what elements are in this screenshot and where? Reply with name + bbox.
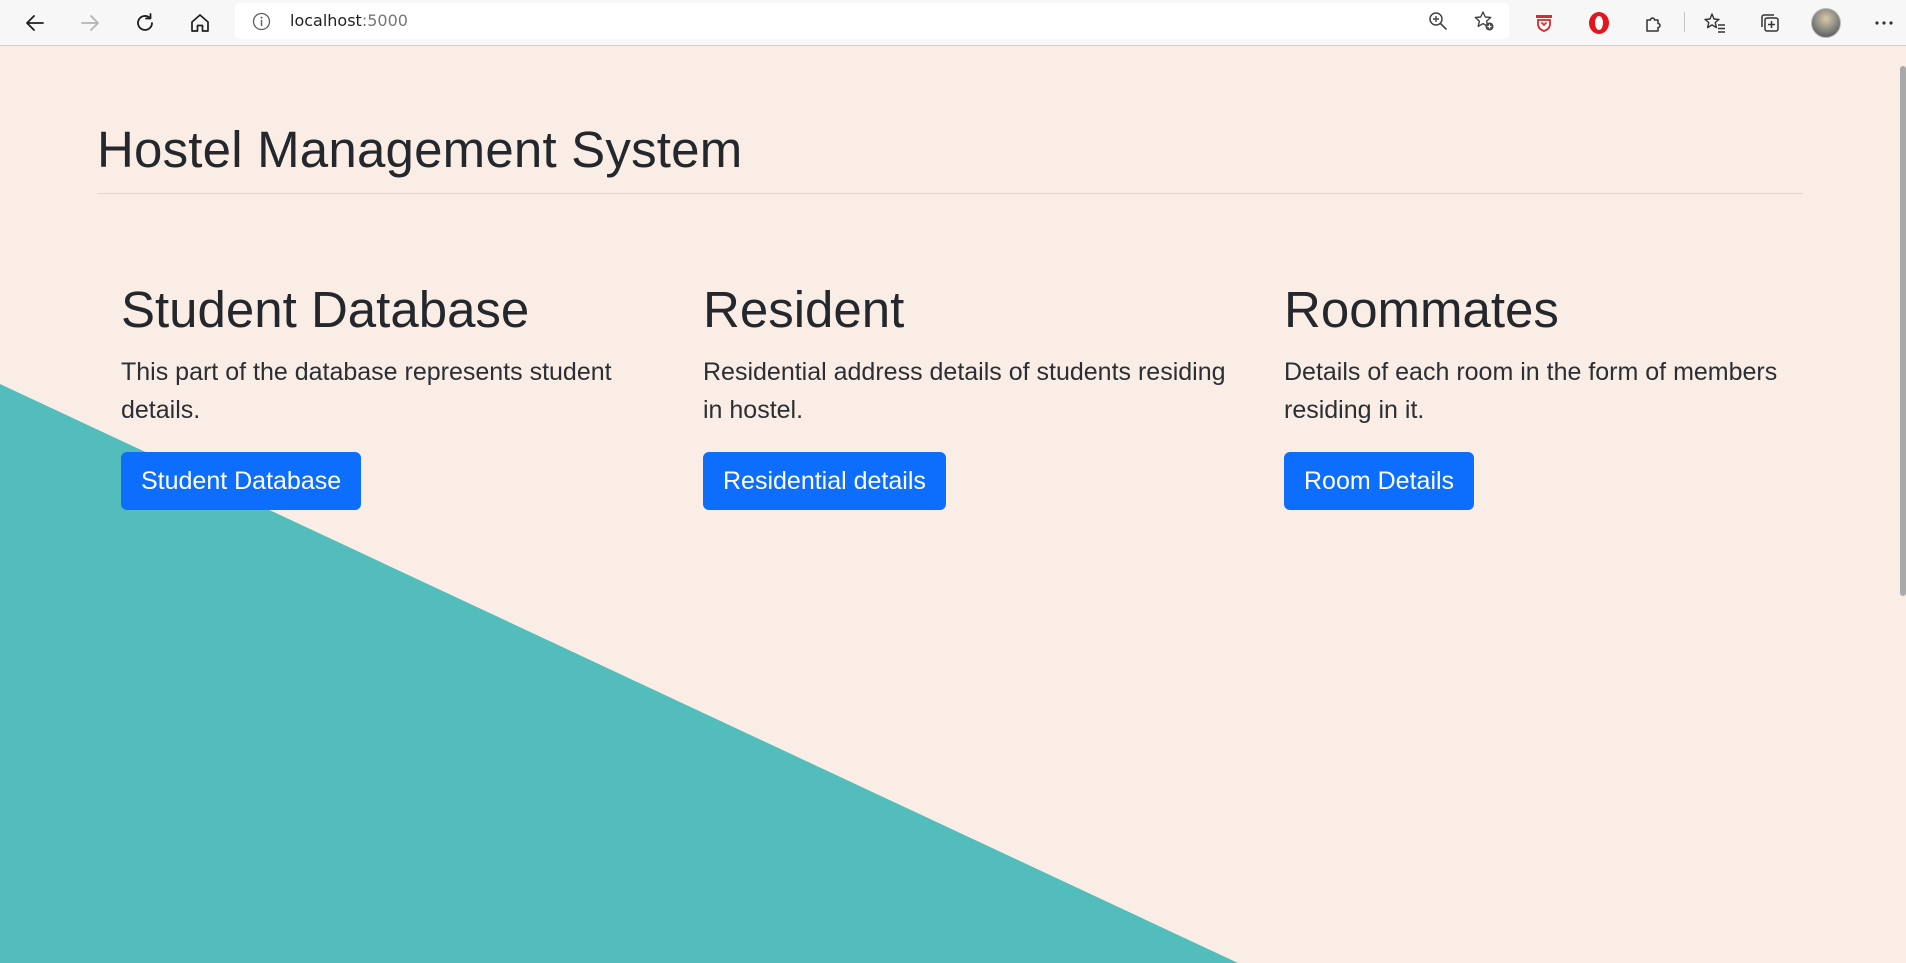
room-details-button[interactable]: Room Details [1284, 452, 1475, 510]
url-host: localhost [290, 11, 362, 30]
avatar [1811, 8, 1841, 38]
page-viewport: Hostel Management System Student Databas… [0, 46, 1906, 963]
title-divider [97, 193, 1803, 194]
url-text[interactable]: localhost:5000 [290, 3, 408, 39]
opera-extension-icon[interactable] [1581, 5, 1617, 41]
zoom-in-icon[interactable] [1424, 7, 1452, 35]
extensions-button[interactable] [1636, 5, 1672, 41]
browser-toolbar: localhost:5000 [0, 0, 1906, 46]
toolbar-divider [1684, 12, 1685, 32]
collections-button[interactable] [1752, 5, 1788, 41]
card-resident: Resident Residential address details of … [703, 280, 1233, 510]
card-heading: Resident [703, 281, 905, 338]
card-heading: Roommates [1284, 281, 1559, 338]
info-icon[interactable] [252, 12, 271, 36]
star-add-icon[interactable] [1470, 7, 1498, 35]
card-heading: Student Database [121, 281, 530, 338]
page-title: Hostel Management System [97, 121, 743, 178]
shield-extension-icon[interactable] [1526, 5, 1562, 41]
refresh-icon [137, 13, 153, 31]
card-description: Residential address details of students … [703, 358, 1226, 424]
favorites-button[interactable] [1697, 5, 1733, 41]
back-button[interactable] [17, 5, 53, 41]
more-icon [1875, 21, 1893, 25]
favorites-icon [1704, 13, 1725, 33]
card-description: This part of the database represents stu… [121, 358, 612, 424]
arrow-left-icon [26, 15, 44, 31]
home-button[interactable] [182, 5, 218, 41]
forward-button[interactable] [72, 5, 108, 41]
residential-details-button[interactable]: Residential details [703, 452, 946, 510]
card-roommates: Roommates Details of each room in the fo… [1284, 280, 1814, 510]
url-port: :5000 [361, 11, 408, 30]
card-description: Details of each room in the form of memb… [1284, 358, 1778, 424]
scrollbar-thumb[interactable] [1900, 66, 1906, 596]
address-bar[interactable]: localhost:5000 [235, 3, 1509, 39]
home-icon [191, 14, 209, 32]
arrow-right-icon [81, 15, 99, 31]
profile-button[interactable] [1808, 5, 1844, 41]
student-database-button[interactable]: Student Database [121, 452, 362, 510]
collections-icon [1761, 14, 1779, 32]
puzzle-icon [1646, 17, 1661, 32]
card-student-database: Student Database This part of the databa… [121, 280, 651, 510]
refresh-button[interactable] [127, 5, 163, 41]
more-menu-button[interactable] [1866, 5, 1902, 41]
